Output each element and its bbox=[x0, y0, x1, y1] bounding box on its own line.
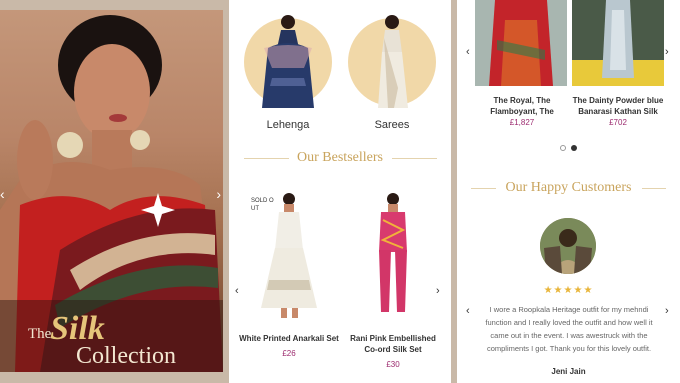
hero-model-image bbox=[0, 15, 223, 372]
bestsellers-panel: Lehenga Sarees Our Bestsellers SOLD O UT … bbox=[229, 0, 451, 383]
hero-title-the: The bbox=[28, 326, 52, 342]
hero-title-collection: Collection bbox=[76, 343, 176, 369]
product-card[interactable]: Rani Pink Embellished Co-ord Silk Set £3… bbox=[343, 190, 443, 369]
category-sarees-image bbox=[348, 15, 436, 108]
product-name[interactable]: The Dainty Powder blue Banarasi Kathan S… bbox=[568, 95, 668, 117]
hero-prev-icon[interactable]: ‹ bbox=[0, 186, 5, 202]
product-image bbox=[379, 193, 407, 312]
product-price: £702 bbox=[609, 118, 627, 127]
hero-next-icon[interactable]: › bbox=[216, 186, 221, 202]
testimonials-panel: ‹ › The Royal, The Flamboyant, The £1,82… bbox=[457, 0, 680, 383]
featured-next-icon[interactable]: › bbox=[665, 46, 669, 58]
customer-avatar bbox=[540, 218, 596, 274]
divider-line bbox=[642, 188, 666, 189]
product-price: £1,827 bbox=[509, 118, 535, 127]
carousel-dot[interactable] bbox=[560, 145, 566, 151]
product-image[interactable] bbox=[475, 0, 567, 86]
product-name[interactable]: The Royal, The Flamboyant, The bbox=[472, 95, 572, 117]
category-lehenga-image bbox=[244, 15, 332, 108]
carousel-dot-active[interactable] bbox=[571, 145, 577, 151]
rating-stars: ★★★★★ bbox=[543, 285, 594, 296]
product-price: £30 bbox=[386, 360, 400, 369]
product-price: £26 bbox=[282, 349, 296, 358]
testimonial-prev-icon[interactable]: ‹ bbox=[466, 305, 470, 317]
featured-prev-icon[interactable]: ‹ bbox=[466, 46, 470, 58]
reviewer-name: Jeni Jain bbox=[551, 367, 586, 376]
hero-banner[interactable]: ‹ › Silk The Collection bbox=[0, 10, 223, 372]
review-text: I wore a Roopkala Heritage outfit for my… bbox=[485, 305, 653, 353]
category-lehenga[interactable]: Lehenga bbox=[240, 10, 336, 131]
category-sarees-label: Sarees bbox=[374, 119, 410, 131]
product-card[interactable]: White Printed Anarkali Set £26 bbox=[239, 190, 339, 358]
category-sarees[interactable]: Sarees bbox=[344, 10, 440, 131]
product-name[interactable]: Rani Pink Embellished Co-ord Silk Set bbox=[343, 333, 443, 355]
product-name[interactable]: White Printed Anarkali Set bbox=[239, 333, 339, 344]
product-image[interactable] bbox=[572, 0, 664, 86]
product-image bbox=[261, 193, 317, 318]
divider-line bbox=[392, 158, 437, 159]
category-lehenga-label: Lehenga bbox=[266, 119, 310, 131]
testimonial-next-icon[interactable]: › bbox=[665, 305, 669, 317]
